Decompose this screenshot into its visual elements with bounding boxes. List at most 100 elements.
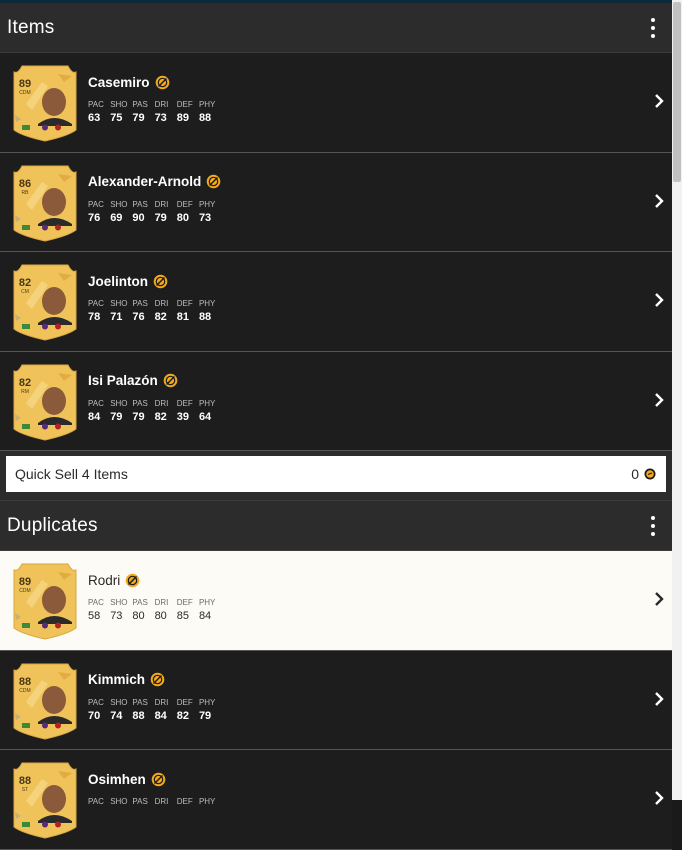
stat-value: 73 bbox=[110, 610, 123, 622]
card-position: RM bbox=[21, 388, 29, 395]
more-vertical-icon[interactable] bbox=[642, 511, 664, 541]
card-rating: 89 bbox=[18, 576, 32, 588]
player-stats: PAC 58 SHO 73 PAS 80 DRI 80 DEF 85 PHY 84 bbox=[88, 598, 221, 622]
player-name-line: Osimhen bbox=[88, 770, 221, 788]
stat-label: DRI bbox=[154, 797, 169, 806]
duplicates-list: 89 CDM Rodri PAC 58 SHO 73 PAS 80 DRI 80 DEF 85 PH… bbox=[0, 551, 672, 850]
player-card: 89 CDM bbox=[12, 64, 78, 142]
stat-value: 80 bbox=[132, 610, 145, 622]
player-item-row[interactable]: 82 RM Isi Palazón PAC 84 SHO 79 PAS 79 DRI 82 DE… bbox=[0, 351, 672, 451]
player-info: Alexander-Arnold PAC 76 SHO 69 PAS 90 DRI 79 DEF… bbox=[88, 173, 221, 224]
stat-value: 84 bbox=[154, 709, 167, 722]
stat-value: 84 bbox=[198, 610, 212, 622]
player-item-row[interactable]: 86 RB Alexander-Arnold PAC 76 SHO 69 PAS 90 DR… bbox=[0, 152, 672, 252]
stat-label: SHO bbox=[110, 199, 128, 209]
stat-label: SHO bbox=[110, 697, 128, 707]
stat-label: PHY bbox=[198, 100, 216, 109]
stat-column: SHO 74 bbox=[110, 698, 132, 722]
more-vertical-icon[interactable] bbox=[642, 13, 664, 43]
stat-label: SHO bbox=[110, 598, 128, 607]
chevron-right-icon[interactable] bbox=[654, 193, 664, 209]
stat-label: PAC bbox=[88, 598, 104, 607]
stat-column: PAS 88 bbox=[132, 698, 154, 722]
chevron-right-icon[interactable] bbox=[654, 93, 664, 109]
stat-label: DEF bbox=[176, 598, 193, 607]
stat-label: DRI bbox=[154, 100, 169, 109]
stat-column: PAC bbox=[88, 797, 110, 809]
stat-column: DRI 82 bbox=[155, 399, 177, 423]
stat-value: 76 bbox=[132, 311, 145, 323]
stat-column: PAC 84 bbox=[88, 399, 110, 423]
card-position: CDM bbox=[19, 90, 31, 96]
card-position: CDM bbox=[19, 687, 31, 694]
player-item-row[interactable]: 82 CM Joelinton PAC 78 SHO 71 PAS 76 DRI 82 DEF 8… bbox=[0, 252, 672, 352]
stat-value: 88 bbox=[198, 311, 212, 323]
player-name-line: Rodri bbox=[88, 571, 221, 589]
stat-value: 89 bbox=[176, 112, 189, 124]
stat-column: SHO 71 bbox=[110, 299, 132, 323]
stat-value: 79 bbox=[110, 410, 123, 423]
player-info: Kimmich PAC 70 SHO 74 PAS 88 DRI 84 DEF 82 PHY 79 bbox=[88, 671, 221, 722]
stat-column: SHO 73 bbox=[110, 598, 132, 622]
stat-label: DRI bbox=[154, 299, 169, 308]
stat-value: 76 bbox=[88, 211, 101, 224]
player-stats: PAC 78 SHO 71 PAS 76 DRI 82 DEF 81 PHY 88 bbox=[88, 299, 221, 323]
player-item-row[interactable]: 89 CDM Casemiro PAC 63 SHO 75 PAS 79 DRI 73 DEF 8… bbox=[0, 53, 672, 153]
stat-label: DRI bbox=[154, 398, 169, 408]
stat-column: PHY 79 bbox=[199, 698, 221, 722]
stat-label: PAS bbox=[132, 598, 148, 607]
stat-column: PAC 78 bbox=[88, 299, 110, 323]
stat-label: PHY bbox=[198, 598, 216, 607]
player-item-row[interactable]: 89 CDM Rodri PAC 58 SHO 73 PAS 80 DRI 80 DEF 85 PH… bbox=[0, 551, 672, 651]
player-name-line: Kimmich bbox=[88, 671, 221, 689]
player-item-row[interactable]: 88 CDM Kimmich PAC 70 SHO 74 PAS 88 DRI 84 DEF 82… bbox=[0, 650, 672, 750]
player-card-image bbox=[13, 165, 77, 242]
player-name: Rodri bbox=[88, 572, 121, 588]
stat-value: 63 bbox=[88, 112, 101, 124]
card-rating: 89 bbox=[18, 78, 32, 90]
player-card: 88 ST bbox=[12, 761, 78, 839]
chevron-right-icon[interactable] bbox=[654, 790, 664, 806]
quick-sell-value: 0 bbox=[631, 466, 639, 482]
stat-label: PHY bbox=[198, 797, 216, 806]
untradeable-icon bbox=[155, 75, 169, 89]
stat-column: PHY 88 bbox=[199, 100, 221, 124]
player-name-line: Casemiro bbox=[88, 73, 221, 91]
stat-label: PAS bbox=[132, 199, 148, 209]
player-info: Casemiro PAC 63 SHO 75 PAS 79 DRI 73 DEF 89 PHY 88 bbox=[88, 73, 221, 125]
stat-label: PAS bbox=[132, 299, 148, 308]
items-list: 89 CDM Casemiro PAC 63 SHO 75 PAS 79 DRI 73 DEF 8… bbox=[0, 53, 672, 451]
player-name-line: Alexander-Arnold bbox=[88, 173, 221, 191]
chevron-right-icon[interactable] bbox=[654, 591, 664, 607]
stat-column: PAS 79 bbox=[132, 100, 154, 124]
stat-value: 84 bbox=[88, 410, 101, 423]
player-name: Alexander-Arnold bbox=[88, 174, 202, 189]
stat-value: 73 bbox=[198, 211, 212, 224]
stat-label: PAS bbox=[132, 100, 148, 109]
scrollbar-thumb[interactable] bbox=[673, 2, 681, 182]
player-name: Kimmich bbox=[88, 672, 146, 687]
chevron-right-icon[interactable] bbox=[654, 292, 664, 308]
player-info: Isi Palazón PAC 84 SHO 79 PAS 79 DRI 82 DEF 39 PHY… bbox=[88, 372, 221, 423]
stat-column: PAC 63 bbox=[88, 100, 110, 124]
player-name-line: Joelinton bbox=[88, 272, 221, 290]
chevron-right-icon[interactable] bbox=[654, 392, 664, 408]
stat-label: PAS bbox=[132, 398, 148, 408]
stat-column: DEF bbox=[177, 797, 199, 809]
stat-label: DRI bbox=[154, 697, 169, 707]
untradeable-icon bbox=[151, 772, 166, 786]
stat-label: DEF bbox=[176, 398, 193, 408]
stat-value: 71 bbox=[110, 311, 123, 323]
quick-sell-bar: Quick Sell 4 Items 0 bbox=[0, 451, 672, 501]
stat-label: DEF bbox=[176, 100, 193, 109]
stat-column: PAS 80 bbox=[132, 598, 154, 622]
coin-icon bbox=[644, 468, 656, 480]
stat-value: 88 bbox=[132, 709, 145, 722]
player-card-image bbox=[13, 364, 77, 441]
stat-column: PHY bbox=[199, 797, 221, 809]
chevron-right-icon[interactable] bbox=[654, 691, 664, 707]
card-rating: 82 bbox=[18, 376, 32, 389]
stat-label: PHY bbox=[198, 299, 216, 308]
scrollbar[interactable] bbox=[672, 0, 682, 800]
quick-sell-button[interactable]: Quick Sell 4 Items 0 bbox=[6, 456, 666, 492]
